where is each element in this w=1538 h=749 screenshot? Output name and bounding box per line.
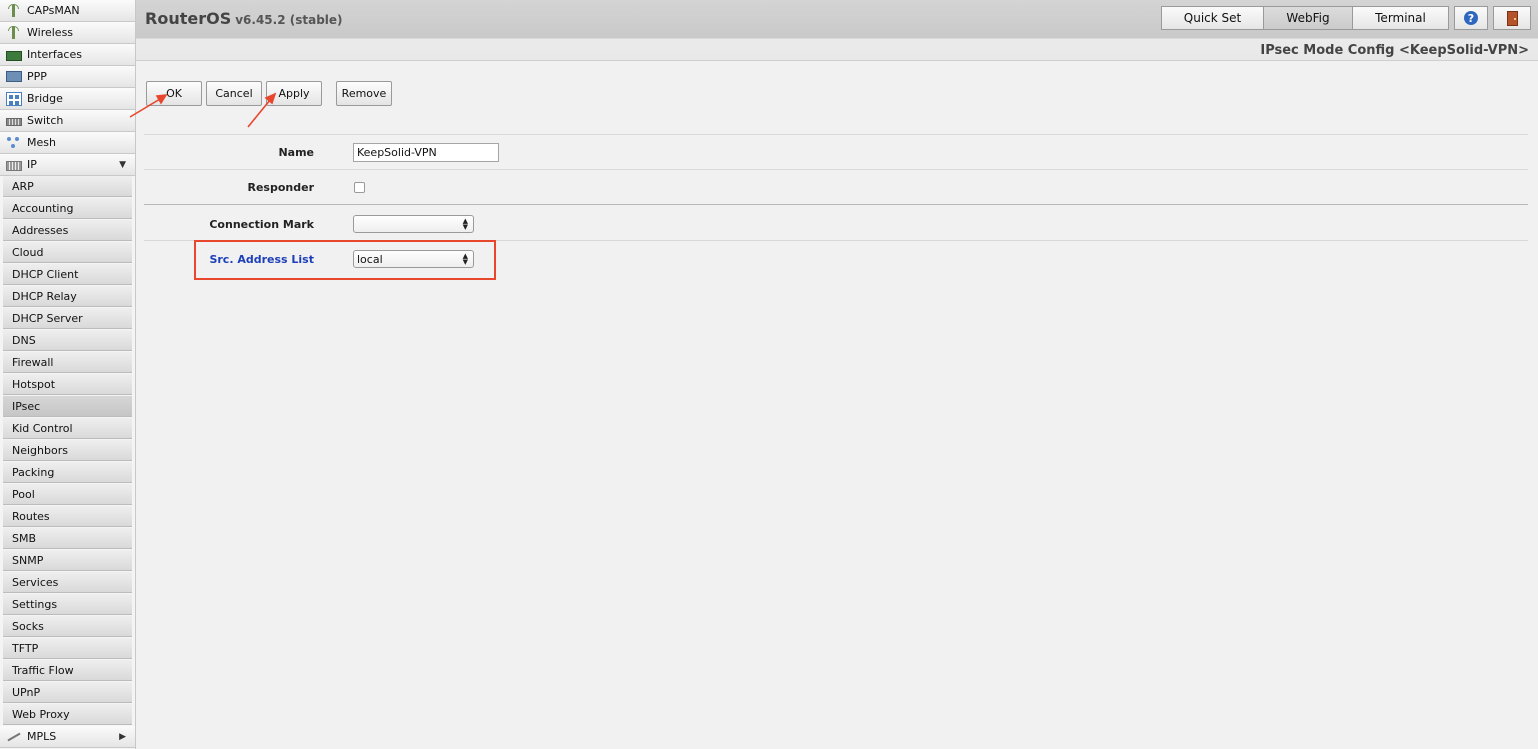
- arrow-to-apply-icon: [247, 92, 277, 128]
- annotation-arrows: [129, 92, 277, 128]
- arrow-to-ok-icon: [129, 94, 168, 118]
